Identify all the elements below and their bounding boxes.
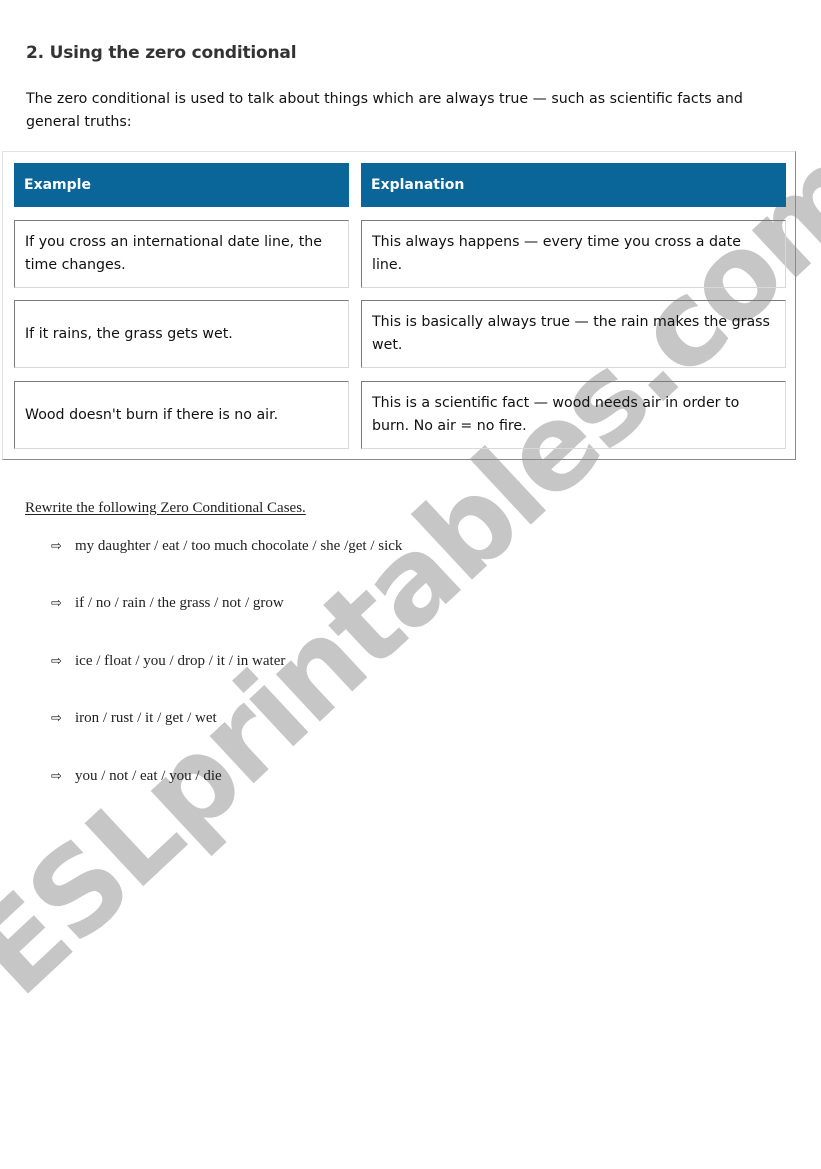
list-item: ⇨ you / not / eat / you / die (51, 768, 222, 785)
examples-table: Example Explanation If you cross an inte… (2, 151, 796, 460)
section-title: 2. Using the zero conditional (26, 43, 297, 63)
exercise-prompt: my daughter / eat / too much chocolate /… (75, 538, 403, 554)
arrow-right-icon: ⇨ (51, 596, 62, 611)
exercise-prompt: you / not / eat / you / die (75, 768, 222, 784)
intro-paragraph: The zero conditional is used to talk abo… (26, 91, 743, 130)
header-example: Example (14, 163, 349, 207)
arrow-right-icon: ⇨ (51, 711, 62, 726)
table-cell-explanation: This always happens — every time you cro… (361, 220, 786, 288)
exercise-prompt: iron / rust / it / get / wet (75, 710, 217, 726)
table-cell-example: If it rains, the grass gets wet. (14, 300, 349, 368)
header-explanation: Explanation (361, 163, 786, 207)
arrow-right-icon: ⇨ (51, 654, 62, 669)
table-cell-example: Wood doesn't burn if there is no air. (14, 381, 349, 449)
table-cell-example: If you cross an international date line,… (14, 220, 349, 288)
arrow-right-icon: ⇨ (51, 539, 62, 554)
table-cell-explanation: This is a scientific fact — wood needs a… (361, 381, 786, 449)
exercise-title: Rewrite the following Zero Conditional C… (25, 500, 306, 516)
list-item: ⇨ iron / rust / it / get / wet (51, 710, 217, 727)
exercise-prompt: ice / float / you / drop / it / in water (75, 653, 286, 669)
arrow-right-icon: ⇨ (51, 769, 62, 784)
exercise-prompt: if / no / rain / the grass / not / grow (75, 595, 284, 611)
list-item: ⇨ if / no / rain / the grass / not / grow (51, 595, 284, 612)
list-item: ⇨ ice / float / you / drop / it / in wate… (51, 653, 285, 670)
list-item: ⇨ my daughter / eat / too much chocolate … (51, 538, 402, 555)
table-cell-explanation: This is basically always true — the rain… (361, 300, 786, 368)
